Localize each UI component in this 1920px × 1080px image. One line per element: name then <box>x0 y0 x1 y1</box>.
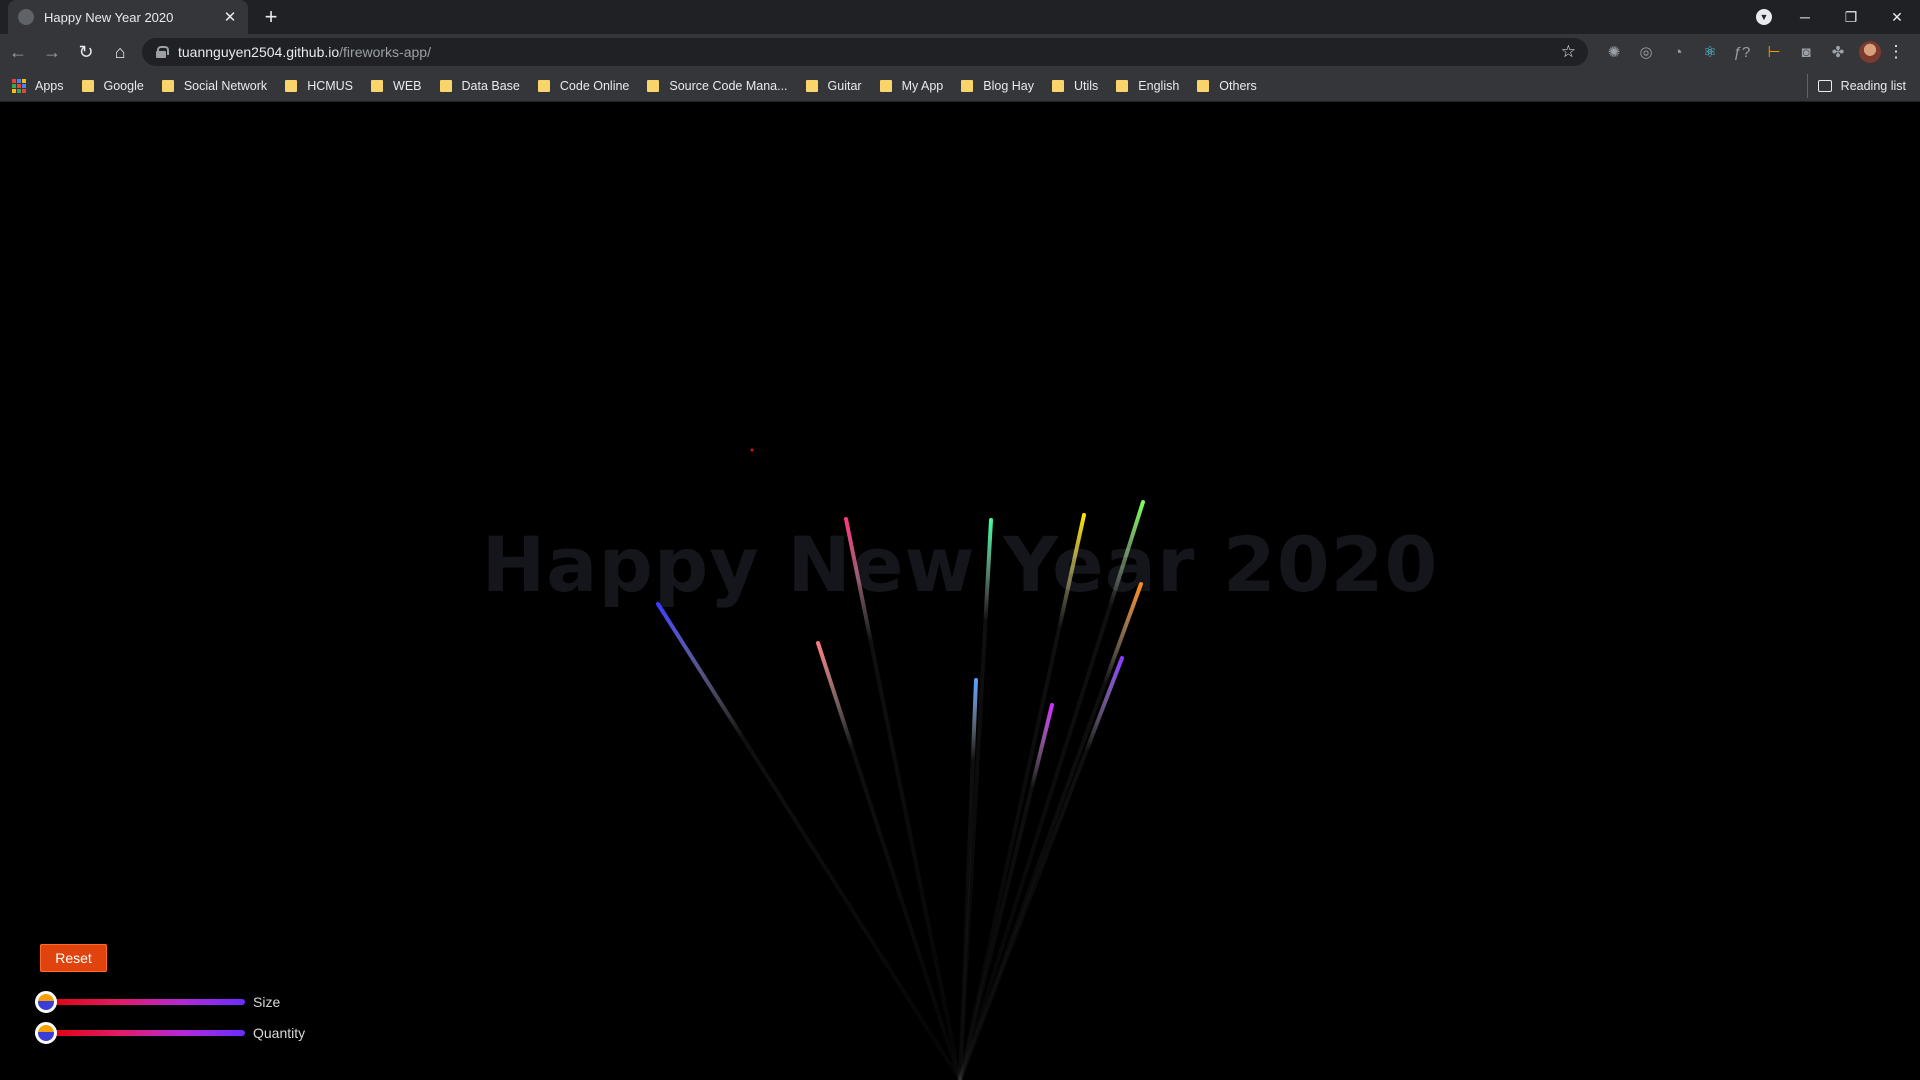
size-slider-thumb[interactable] <box>35 991 58 1013</box>
rocket-trail <box>844 517 962 1080</box>
forward-icon[interactable]: → <box>36 38 68 66</box>
quantity-slider-row: Quantity <box>35 1021 306 1045</box>
address-bar[interactable]: tuannguyen2504.github.io /fireworks-app/… <box>142 38 1588 66</box>
folder-icon <box>961 79 974 92</box>
bookmark-web[interactable]: WEB <box>371 74 422 98</box>
rocket-trail <box>958 656 1124 1080</box>
folder-icon <box>537 79 550 92</box>
puzzle-icon[interactable]: ✤ <box>1822 43 1854 61</box>
react-devtools-icon[interactable]: ⚛ <box>1694 43 1726 61</box>
folder-icon <box>1116 79 1129 92</box>
camera-extension-icon[interactable]: ◙ <box>1790 44 1822 61</box>
home-icon[interactable]: ⌂ <box>104 38 136 66</box>
extensions-row: ✺ ◎ ◔ ⚛ ƒ? ⊢ ◙ ✤ ⋮ <box>1598 38 1906 66</box>
folder-icon <box>647 79 660 92</box>
reading-list-label: Reading list <box>1840 79 1906 93</box>
bookmark-label: Guitar <box>827 78 862 93</box>
folder-icon <box>805 79 818 92</box>
bookmark-utils[interactable]: Utils <box>1051 74 1099 98</box>
bookmarks-bar: Apps Google Social Network HCMUS WEB Dat… <box>0 70 1920 102</box>
bookmark-label: My App <box>901 78 944 93</box>
folder-icon <box>81 79 94 92</box>
folder-icon <box>371 79 384 92</box>
folder-icon <box>879 79 892 92</box>
bookmark-label: Blog Hay <box>983 78 1034 93</box>
window-controls: ─ ❐ ✕ <box>1782 0 1920 34</box>
size-slider[interactable] <box>35 991 245 1013</box>
minimize-icon[interactable]: ─ <box>1782 9 1828 25</box>
browser-toolbar: ← → ↻ ⌂ tuannguyen2504.github.io /firewo… <box>0 34 1920 70</box>
bookmark-label: Google <box>103 78 144 93</box>
folder-icon <box>285 79 298 92</box>
rocket-trail <box>958 513 1086 1080</box>
bookmark-label: WEB <box>393 78 422 93</box>
tab-title: Happy New Year 2020 <box>44 9 174 25</box>
reading-list-button[interactable]: Reading list <box>1806 74 1906 98</box>
menu-icon[interactable]: ⋮ <box>1886 42 1906 62</box>
bookmark-apps[interactable]: Apps <box>12 74 64 98</box>
fireworks-canvas[interactable] <box>0 103 1920 1080</box>
circle-extension-icon[interactable]: ◔ <box>1662 44 1694 61</box>
fireworks-page: Happy New Year 2020 Reset Size Quantity <box>0 103 1920 1080</box>
lock-icon[interactable] <box>156 46 169 58</box>
bookmark-social-network[interactable]: Social Network <box>161 74 268 98</box>
bookmark-label: Data Base <box>461 78 520 93</box>
bookmark-source-code[interactable]: Source Code Mana... <box>647 74 788 98</box>
quantity-slider-thumb[interactable] <box>35 1022 58 1044</box>
orange-extension-icon[interactable]: ⊢ <box>1758 43 1790 61</box>
bookmark-guitar[interactable]: Guitar <box>805 74 862 98</box>
bookmark-others[interactable]: Others <box>1197 74 1257 98</box>
url-host: tuannguyen2504.github.io <box>178 44 340 60</box>
folder-icon <box>439 79 452 92</box>
new-tab-button[interactable]: + <box>258 4 284 30</box>
reload-icon[interactable]: ↻ <box>70 38 102 66</box>
bookmark-label: Apps <box>35 78 64 93</box>
tab-happy-new-year[interactable]: Happy New Year 2020 ✕ <box>8 0 248 34</box>
bookmark-hcmus[interactable]: HCMUS <box>285 74 353 98</box>
bookmark-label: Others <box>1219 78 1257 93</box>
reset-button[interactable]: Reset <box>40 944 107 972</box>
apps-grid-icon <box>12 78 26 93</box>
avatar[interactable] <box>1859 41 1881 63</box>
bookmark-blog-hay[interactable]: Blog Hay <box>961 74 1034 98</box>
size-label: Size <box>253 994 281 1010</box>
target-extension-icon[interactable]: ◎ <box>1630 43 1662 61</box>
window-close-icon[interactable]: ✕ <box>1874 9 1920 26</box>
bookmark-label: Utils <box>1073 78 1099 93</box>
tab-search-icon[interactable]: ▼ <box>1756 9 1772 25</box>
restore-icon[interactable]: ❐ <box>1828 9 1874 26</box>
rocket-trail <box>816 641 962 1080</box>
bookmark-my-app[interactable]: My App <box>879 74 944 98</box>
close-icon[interactable]: ✕ <box>222 8 238 26</box>
chrome-extension-icon[interactable]: ✺ <box>1598 43 1630 61</box>
size-slider-row: Size <box>35 990 281 1014</box>
bookmark-label: HCMUS <box>307 78 354 93</box>
globe-icon <box>18 9 34 25</box>
folder-icon <box>161 79 174 92</box>
bookmark-data-base[interactable]: Data Base <box>439 74 520 98</box>
tab-strip: Happy New Year 2020 ✕ + ▼ ─ ❐ ✕ <box>0 0 1920 34</box>
quantity-label: Quantity <box>253 1025 306 1041</box>
back-icon[interactable]: ← <box>2 38 34 66</box>
bookmark-english[interactable]: English <box>1116 74 1179 98</box>
spark <box>750 448 754 452</box>
rocket-trail <box>656 602 962 1080</box>
bookmark-label: Code Online <box>559 78 630 93</box>
bookmark-label: Source Code Mana... <box>669 78 788 93</box>
bookmark-star-icon[interactable]: ☆ <box>1561 42 1576 62</box>
folder-icon <box>1197 79 1210 92</box>
folder-icon <box>1051 79 1064 92</box>
formula-extension-icon[interactable]: ƒ? <box>1726 44 1758 61</box>
bookmark-google[interactable]: Google <box>81 74 144 98</box>
reading-list-icon <box>1817 80 1832 92</box>
bookmark-code-online[interactable]: Code Online <box>537 74 630 98</box>
bookmark-label: English <box>1138 78 1180 93</box>
url-path: /fireworks-app/ <box>339 44 431 60</box>
quantity-slider[interactable] <box>35 1022 245 1044</box>
bookmark-label: Social Network <box>183 78 268 93</box>
